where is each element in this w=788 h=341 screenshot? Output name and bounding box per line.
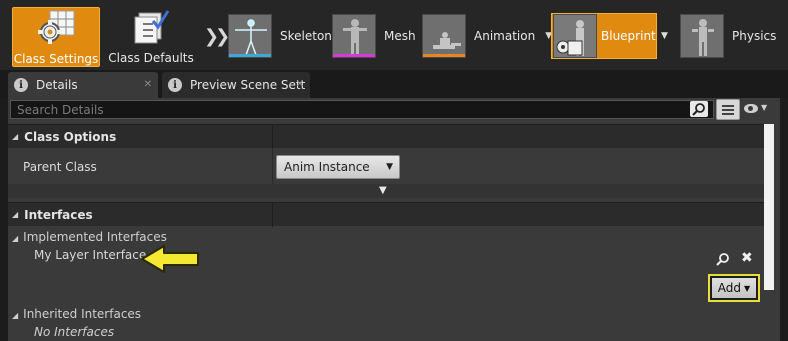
- category-interfaces[interactable]: ◢ Interfaces: [8, 202, 764, 227]
- mode-mesh-label: Mesh: [384, 29, 416, 43]
- info-icon: i: [168, 78, 182, 92]
- mode-mesh-button[interactable]: Mesh: [332, 14, 416, 58]
- property-matrix-icon[interactable]: [716, 99, 740, 120]
- property-row-parent-class: Parent Class Anim Instance ▼: [8, 150, 764, 184]
- tab-details[interactable]: i Details ✕: [8, 72, 158, 98]
- tab-preview-label: Preview Scene Sett: [190, 78, 306, 92]
- animation-thumbnail: [422, 14, 466, 58]
- inherited-interfaces-label: Inherited Interfaces: [23, 307, 142, 321]
- advanced-expander[interactable]: ▼: [8, 184, 764, 198]
- category-title: Interfaces: [24, 207, 93, 222]
- class-settings-button[interactable]: Class Settings: [12, 7, 100, 67]
- category-class-options[interactable]: ◢ Class Options: [8, 124, 764, 149]
- eye-icon[interactable]: [744, 104, 758, 113]
- expand-advanced-icon: ▼: [379, 185, 387, 196]
- vertical-scrollbar[interactable]: [764, 124, 774, 290]
- skeleton-thumbnail: [228, 14, 272, 58]
- annotation-arrow-icon: [141, 245, 199, 273]
- panel-tab-bar: i Details ✕ i Preview Scene Sett ✕: [0, 70, 788, 98]
- scrollbar-track[interactable]: [764, 290, 774, 341]
- add-button-label: Add: [717, 281, 742, 295]
- implemented-interfaces-label: Implemented Interfaces: [23, 230, 167, 244]
- physics-thumbnail: [680, 14, 724, 58]
- mesh-thumbnail: [332, 14, 376, 58]
- no-interfaces-text: No Interfaces: [34, 325, 115, 339]
- parent-class-value: Anim Instance: [284, 160, 370, 174]
- info-icon: i: [14, 78, 28, 92]
- mode-blueprint-button[interactable]: Blueprint: [551, 13, 657, 59]
- inherited-interfaces-header[interactable]: ◢ Inherited Interfaces: [12, 307, 141, 321]
- property-name: Parent Class: [23, 160, 97, 174]
- list-item[interactable]: My Layer Interface: [34, 248, 146, 262]
- collapse-triangle-icon: ◢: [12, 210, 19, 219]
- add-interface-button[interactable]: Add ▼: [708, 274, 760, 302]
- parent-class-dropdown[interactable]: Anim Instance ▼: [276, 155, 400, 179]
- mode-blueprint-label: Blueprint: [601, 29, 656, 43]
- mode-physics-button[interactable]: Physics: [680, 14, 776, 58]
- tab-preview-scene-settings[interactable]: i Preview Scene Sett ✕: [162, 72, 310, 98]
- mode-animation-label: Animation: [474, 29, 536, 43]
- class-settings-label: Class Settings: [13, 52, 99, 66]
- collapse-triangle-icon: ◢: [12, 132, 19, 141]
- collapse-triangle-icon: ◢: [12, 311, 19, 320]
- delete-icon[interactable]: ✖: [741, 250, 753, 266]
- mode-skeleton-label: Skeleton: [280, 29, 332, 43]
- close-icon[interactable]: ✕: [296, 79, 304, 90]
- chevron-down-icon: ▼: [386, 162, 393, 172]
- search-icon[interactable]: [690, 101, 708, 117]
- double-chevron-icon: ❯❯: [204, 26, 230, 47]
- chevron-down-icon[interactable]: ▼: [761, 103, 767, 112]
- checklist-icon: [134, 10, 170, 44]
- details-panel: ▼ ◢ Class Options Parent Class Anim Inst…: [8, 98, 780, 341]
- class-defaults-label: Class Defaults: [108, 51, 194, 65]
- find-in-blueprint-icon[interactable]: [716, 252, 730, 266]
- mode-physics-label: Physics: [732, 29, 777, 43]
- mode-skeleton-button[interactable]: Skeleton: [228, 14, 332, 58]
- search-row: ▼: [8, 98, 780, 122]
- category-title: Class Options: [24, 129, 117, 144]
- implemented-interfaces-header[interactable]: ◢ Implemented Interfaces: [12, 230, 167, 244]
- gear-icon: [38, 10, 75, 44]
- mode-animation-button[interactable]: Animation ▼: [422, 14, 552, 58]
- editor-toolbar: Class Settings Class Defaults ❯❯ Skeleto…: [0, 0, 788, 70]
- blueprint-thumbnail: [553, 14, 597, 58]
- class-defaults-button[interactable]: Class Defaults: [108, 7, 194, 67]
- search-input[interactable]: [10, 100, 714, 119]
- tab-details-label: Details: [36, 78, 78, 92]
- close-icon[interactable]: ✕: [144, 79, 152, 90]
- chevron-down-icon: ▼: [744, 283, 751, 293]
- chevron-down-icon[interactable]: ▼: [661, 31, 668, 41]
- collapse-triangle-icon: ◢: [12, 234, 19, 243]
